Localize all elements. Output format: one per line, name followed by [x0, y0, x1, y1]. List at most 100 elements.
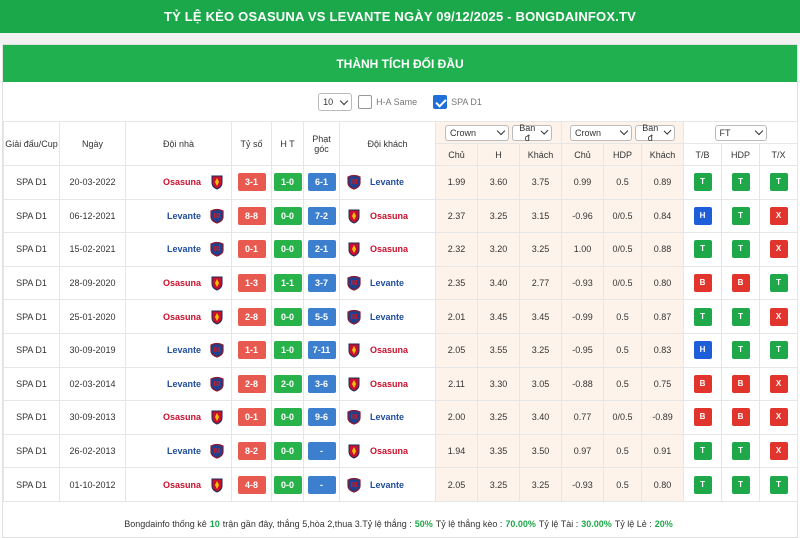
home-team-cell[interactable]: Levante [125, 198, 232, 234]
away-team-cell[interactable]: Osasuna [339, 332, 436, 368]
league-cell: SPA D1 [3, 299, 60, 334]
home-team-name[interactable]: Osasuna [163, 278, 201, 288]
away-team-cell[interactable]: Osasuna [339, 198, 436, 234]
away-team-name[interactable]: Levante [370, 278, 404, 288]
home-team-name[interactable]: Levante [167, 345, 201, 355]
away-team-cell[interactable]: Osasuna [339, 366, 436, 402]
home-team-cell[interactable]: Levante [125, 232, 232, 267]
home-team-name[interactable]: Osasuna [163, 480, 201, 490]
hdp-away-cell: 0.84 [640, 198, 685, 234]
result-hdp-cell: B [721, 265, 761, 301]
footer-text-4: Tỷ lệ Tài : [538, 519, 579, 529]
col-away: Đội khách [339, 121, 436, 166]
home-team-name[interactable]: Levante [167, 211, 201, 221]
home-team-name[interactable]: Levante [167, 379, 201, 389]
table-row: SPA D1 30-09-2013 Osasuna 0-1 0-0 9-6 Levante 2… [3, 400, 799, 435]
hdp-home-cell: -0.95 [561, 332, 604, 368]
odds-type-select[interactable]: Ban đ [512, 123, 552, 143]
ha-same-checkbox[interactable] [358, 95, 373, 109]
hdp-line-cell: 0.5 [603, 467, 642, 502]
hdp-home-cell: -0.93 [561, 265, 604, 301]
ht-badge: 0-0 [273, 475, 302, 494]
odds-draw-cell: 3.25 [477, 467, 520, 502]
away-team-cell[interactable]: Levante [339, 467, 436, 502]
away-team-cell[interactable]: Osasuna [339, 232, 436, 267]
away-team-cell[interactable]: Levante [339, 299, 436, 334]
home-team-name[interactable]: Osasuna [163, 312, 201, 322]
home-team-name[interactable]: Levante [167, 446, 201, 456]
away-team-name[interactable]: Osasuna [370, 244, 408, 254]
ht-cell: 0-0 [271, 299, 304, 334]
home-team-name[interactable]: Osasuna [163, 177, 201, 187]
ht-badge: 0-0 [273, 408, 302, 427]
match-count-select[interactable]: 10 [318, 93, 353, 111]
result-tx-cell: X [759, 366, 799, 402]
result-hdp-badge: B [731, 408, 750, 427]
score-badge: 3-1 [237, 173, 266, 192]
home-team-cell[interactable]: Osasuna [125, 265, 232, 301]
result-hdp-badge: T [731, 240, 750, 259]
away-team-cell[interactable]: Levante [339, 400, 436, 435]
home-team-cell[interactable]: Osasuna [125, 467, 232, 502]
away-team-name[interactable]: Levante [370, 177, 404, 187]
home-team-cell[interactable]: Osasuna [125, 165, 232, 200]
home-team-name[interactable]: Levante [167, 244, 201, 254]
odds-away-cell: 3.45 [519, 299, 562, 334]
odds-bookmaker-select[interactable]: Crown [445, 124, 509, 141]
levante-crest-icon [210, 343, 224, 358]
result-tb-badge: T [693, 475, 712, 494]
col-home: Đội nhà [125, 121, 232, 166]
odds-home-cell: 2.00 [435, 400, 478, 435]
hdp-type-select[interactable]: Ban đ [635, 123, 675, 143]
home-team-cell[interactable]: Osasuna [125, 400, 232, 435]
result-hdp-cell: T [721, 232, 761, 267]
away-team-name[interactable]: Osasuna [370, 345, 408, 355]
levante-crest-icon [210, 242, 224, 258]
subheader-cell: Khách [519, 143, 562, 166]
score-cell: 1-3 [231, 265, 272, 301]
away-team-cell[interactable]: Levante [339, 165, 436, 200]
result-hdp-cell: T [721, 165, 761, 200]
ht-badge: 1-1 [273, 274, 302, 293]
away-team-name[interactable]: Levante [370, 312, 404, 322]
score-cell: 4-8 [231, 467, 272, 502]
hdp-line-cell: 0/0.5 [603, 400, 642, 435]
hdp-away-cell: 0.83 [640, 332, 685, 368]
chevron-down-icon [663, 126, 672, 136]
osasuna-crest-icon [211, 478, 223, 493]
ht-cell: 1-0 [271, 332, 304, 368]
odds-home-cell: 2.05 [435, 332, 478, 368]
hdp-bookmaker-select[interactable]: Crown [570, 124, 632, 141]
ft-select[interactable]: FT [714, 124, 767, 141]
result-tx-cell: T [759, 165, 799, 200]
odds-away-cell: 3.25 [519, 332, 562, 368]
away-team-name[interactable]: Osasuna [370, 446, 408, 456]
levante-crest-icon [347, 477, 361, 493]
ft-value: FT [719, 127, 731, 138]
home-team-cell[interactable]: Levante [125, 366, 232, 402]
odds-draw-cell: 3.25 [477, 400, 520, 435]
odds-home-cell: 2.01 [435, 299, 478, 334]
result-tb-badge: B [693, 274, 712, 293]
score-badge: 1-3 [237, 274, 266, 293]
away-team-cell[interactable]: Osasuna [339, 433, 436, 469]
home-team-name[interactable]: Osasuna [163, 412, 201, 422]
date-cell: 28-09-2020 [59, 265, 126, 301]
away-team-name[interactable]: Levante [370, 412, 404, 422]
spa-d1-checkbox[interactable] [433, 95, 448, 109]
result-tx-cell: X [759, 400, 799, 435]
home-team-cell[interactable]: Levante [125, 433, 232, 469]
result-hdp-badge: T [731, 307, 750, 326]
date-cell: 30-09-2013 [59, 400, 126, 435]
home-team-cell[interactable]: Osasuna [125, 299, 232, 334]
result-tx-cell: X [759, 299, 799, 334]
result-tx-cell: X [759, 232, 799, 267]
away-team-name[interactable]: Levante [370, 480, 404, 490]
osasuna-crest-icon [211, 276, 223, 291]
away-team-cell[interactable]: Levante [339, 265, 436, 301]
home-team-cell[interactable]: Levante [125, 332, 232, 368]
away-team-name[interactable]: Osasuna [370, 379, 408, 389]
away-team-name[interactable]: Osasuna [370, 211, 408, 221]
score-badge: 0-1 [237, 240, 266, 259]
date-cell: 25-01-2020 [59, 299, 126, 334]
